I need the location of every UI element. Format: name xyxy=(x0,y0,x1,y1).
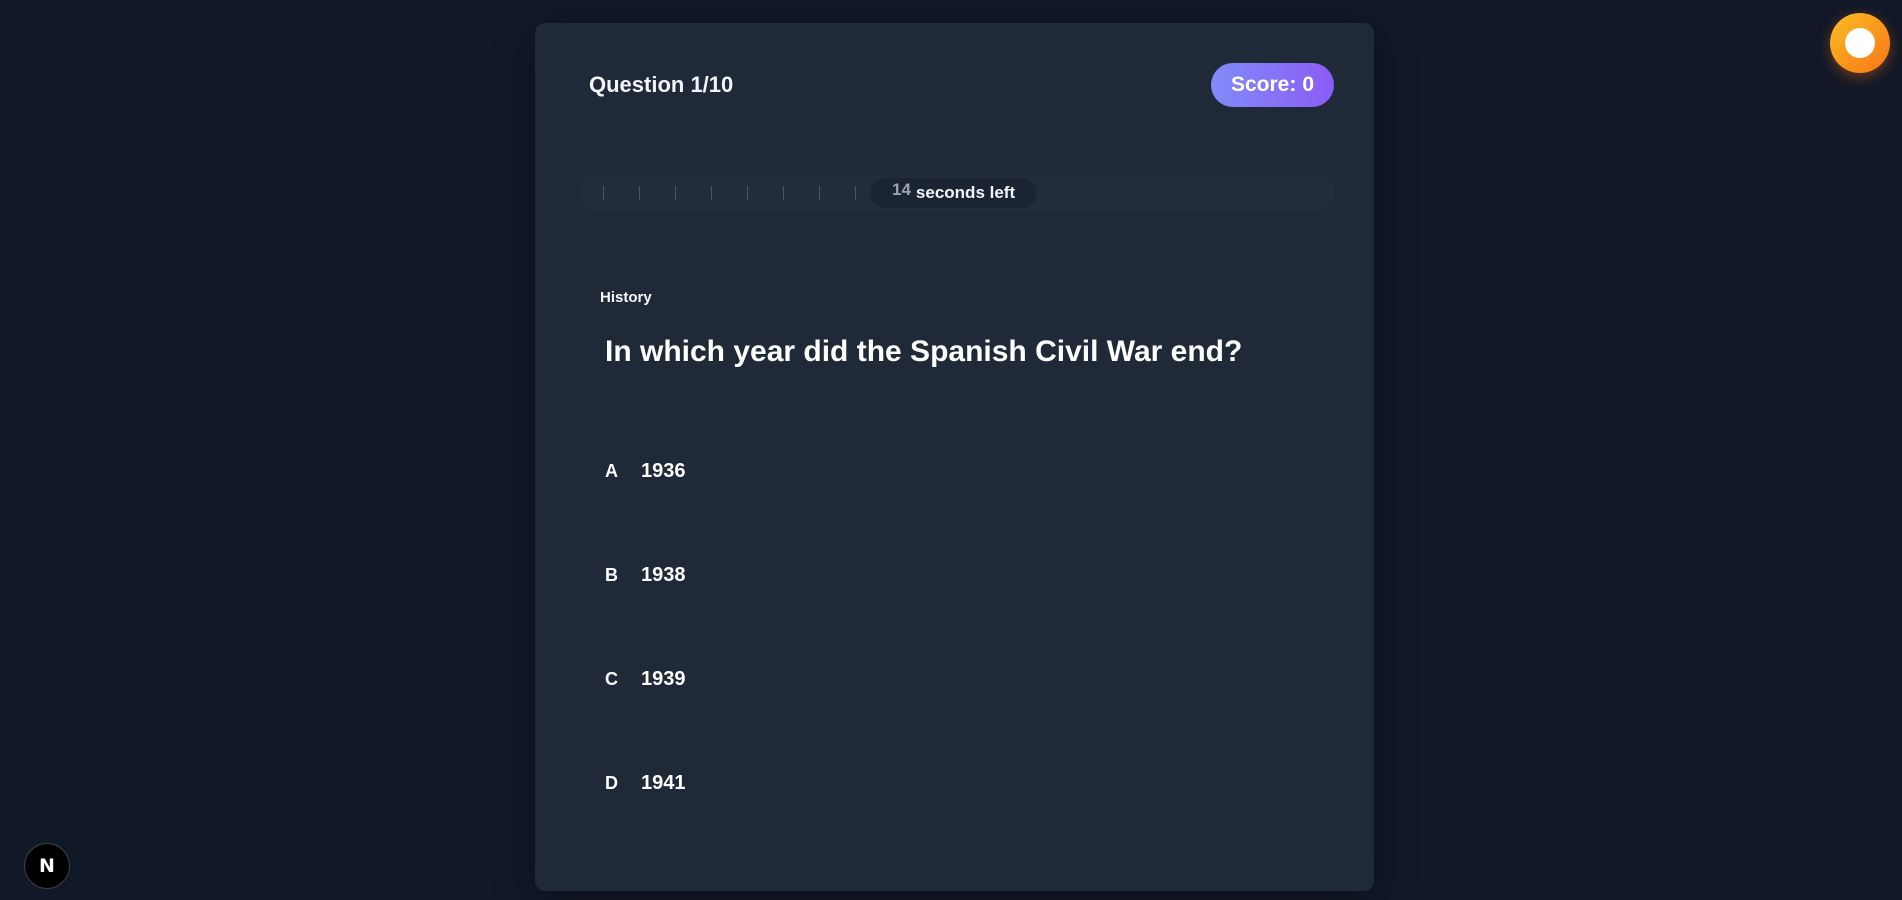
timer-bar: 14 seconds left xyxy=(579,175,1334,211)
answer-letter: B xyxy=(605,564,618,585)
answer-option-d[interactable]: D 1941 xyxy=(595,757,1315,809)
answer-option-b[interactable]: B 1938 xyxy=(595,549,1315,601)
answer-letter: D xyxy=(605,772,618,793)
score-badge: Score: 0 xyxy=(1210,63,1334,107)
timer-tick xyxy=(603,186,604,200)
answer-option-a[interactable]: A 1936 xyxy=(595,445,1315,497)
sun-toggle-icon xyxy=(1845,28,1875,58)
answer-text: 1938 xyxy=(641,563,686,586)
theme-toggle-button[interactable] xyxy=(1830,13,1890,73)
question-counter: Question 1/10 xyxy=(589,72,734,97)
timer-tick xyxy=(747,186,748,200)
nextjs-logo-icon: N xyxy=(39,855,55,877)
nextjs-dev-badge[interactable]: N xyxy=(24,843,70,889)
answer-text: 1939 xyxy=(641,667,686,690)
answer-option-c[interactable]: C 1939 xyxy=(595,653,1315,705)
timer-tick xyxy=(675,186,676,200)
timer-countdown: 14 seconds left xyxy=(870,178,1038,208)
quiz-page: Question 1/10 Score: 0 14 seconds left H… xyxy=(0,0,1902,900)
timer-suffix: seconds left xyxy=(915,183,1016,202)
timer-seconds: 14 xyxy=(892,180,911,199)
answer-text: 1936 xyxy=(641,459,686,482)
question-category: History xyxy=(600,289,652,306)
timer-tick xyxy=(819,186,820,200)
question-text: In which year did the Spanish Civil War … xyxy=(605,335,1243,368)
quiz-card: Question 1/10 Score: 0 14 seconds left H… xyxy=(535,23,1374,891)
score-label: Score: xyxy=(1230,73,1297,96)
timer-tick xyxy=(855,186,856,200)
answer-letter: C xyxy=(605,668,618,689)
score-value: 0 xyxy=(1302,73,1314,96)
timer-tick xyxy=(783,186,784,200)
timer-tick xyxy=(639,186,640,200)
answer-letter: A xyxy=(605,460,618,481)
timer-tick xyxy=(711,186,712,200)
answer-text: 1941 xyxy=(641,771,686,794)
